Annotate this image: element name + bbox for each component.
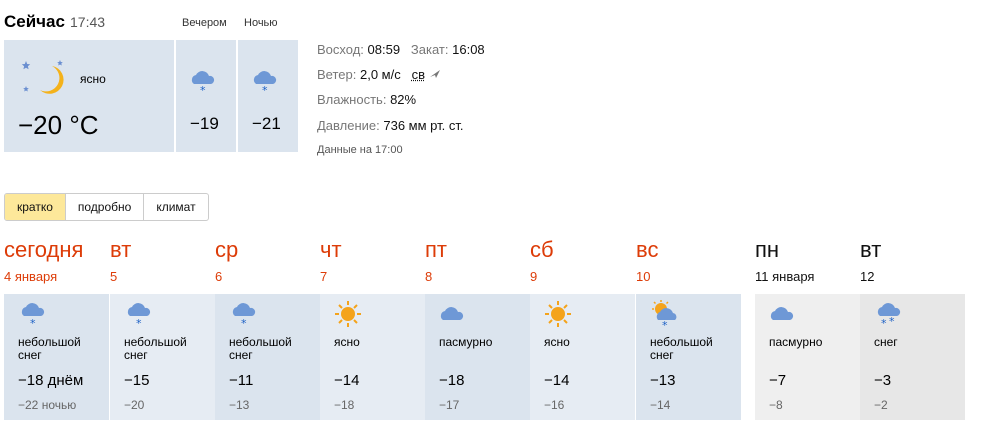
night-temp: −18	[334, 398, 355, 412]
condition-text: небольшой снег	[18, 335, 81, 362]
night-temp: −16	[544, 398, 565, 412]
humidity-row: Влажность: 82%	[317, 92, 417, 107]
forecast-day[interactable]: пасмурно −7 −8	[755, 294, 860, 420]
condition-text: небольшой снег	[650, 335, 713, 362]
evening-label: Вечером	[182, 17, 227, 29]
forecast-day[interactable]: * небольшой снег −18 днём −22 ночью	[4, 294, 109, 420]
day-date: 6	[215, 269, 223, 284]
now-card: ясно −20 °C	[4, 40, 174, 152]
day-date: 4 января	[4, 269, 58, 284]
night-temp: −13	[229, 398, 250, 412]
view-tabs: кратко подробно климат	[4, 193, 209, 221]
evening-temp: −19	[190, 114, 219, 133]
day-name: пт	[425, 237, 447, 262]
evening-card: * −19	[176, 40, 236, 152]
forecast-day[interactable]: * небольшой снег −15 −20	[110, 294, 215, 420]
night-temp: −17	[439, 398, 460, 412]
night-temp: −2	[874, 398, 888, 412]
svg-text:*: *	[262, 84, 268, 94]
night-temp: −21	[252, 114, 281, 133]
sun-icon	[545, 301, 571, 327]
night-temp: −14	[650, 398, 671, 412]
day-date: 5	[110, 269, 118, 284]
svg-text:*: *	[136, 317, 142, 330]
cloud-icon	[440, 307, 464, 320]
now-temp: −20 °C	[18, 110, 99, 140]
day-temp: −14	[544, 372, 570, 389]
day-name: сегодня	[4, 237, 84, 262]
svg-text:*: *	[881, 317, 887, 330]
svg-text:*: *	[662, 319, 668, 332]
day-date: 7	[320, 269, 328, 284]
day-name: вт	[110, 237, 132, 262]
day-temp: −14	[334, 372, 360, 389]
day-temp: −3	[874, 372, 892, 389]
now-condition: ясно	[80, 72, 106, 86]
day-date: 12	[860, 269, 875, 284]
day-name: чт	[320, 237, 342, 262]
tab-brief[interactable]: кратко	[5, 194, 66, 220]
day-temp: −11	[229, 372, 254, 389]
svg-text:*: *	[241, 317, 247, 330]
moon-icon	[21, 60, 64, 94]
sun-times: Восход: 08:59 Закат: 16:08	[317, 42, 485, 57]
condition-text: пасмурно	[439, 335, 493, 349]
condition-text: небольшой снег	[124, 335, 187, 362]
forecast-day[interactable]: ясно −14 −16	[530, 294, 635, 420]
wind-arrow-icon	[429, 70, 440, 78]
tab-climate[interactable]: климат	[144, 194, 207, 220]
cloud-icon	[770, 307, 794, 320]
condition-text: снег	[874, 335, 898, 349]
night-temp: −22 ночью	[18, 398, 77, 412]
day-name: вс	[636, 237, 659, 262]
data-time: Данные на 17:00	[317, 144, 403, 156]
forecast-day[interactable]: * небольшой снег −13 −14	[636, 294, 741, 420]
svg-text:*: *	[889, 315, 895, 328]
sun-cloud-snow-icon: *	[652, 300, 677, 332]
day-temp: −7	[769, 372, 787, 389]
forecast-day[interactable]: * небольшой снег −11 −13	[215, 294, 320, 420]
snow-cloud-icon: *	[21, 303, 45, 330]
day-date: 8	[425, 269, 433, 284]
day-temp: −18	[439, 372, 465, 389]
day-name: пн	[755, 237, 780, 262]
day-name: сб	[530, 237, 554, 262]
day-temp: −18 днём	[18, 372, 84, 389]
condition-text: небольшой снег	[229, 335, 292, 362]
now-time: 17:43	[70, 14, 106, 30]
forecast-day[interactable]: ясно −14 −18	[320, 294, 425, 420]
sun-icon	[335, 301, 361, 327]
condition-text: пасмурно	[769, 335, 823, 349]
snow-heavy-icon: * *	[877, 303, 901, 330]
condition-text: ясно	[544, 335, 570, 349]
day-date: 10	[636, 269, 651, 284]
night-temp: −20	[124, 398, 145, 412]
svg-text:*: *	[30, 317, 36, 330]
day-date: 9	[530, 269, 538, 284]
tab-detailed[interactable]: подробно	[66, 194, 145, 220]
night-label: Ночью	[244, 17, 278, 29]
wind-row: Ветер: 2,0 м/с св	[317, 67, 441, 82]
pressure-row: Давление: 736 мм рт. ст.	[317, 118, 464, 133]
now-title: Сейчас	[4, 12, 65, 31]
forecast-day[interactable]: пасмурно −18 −17	[425, 294, 530, 420]
condition-text: ясно	[334, 335, 360, 349]
snow-cloud-icon: *	[232, 303, 256, 330]
wind-direction-link[interactable]: св	[412, 67, 425, 82]
night-temp: −8	[769, 398, 783, 412]
snow-cloud-icon: *	[253, 71, 277, 94]
snow-cloud-icon: *	[127, 303, 151, 330]
day-name: вт	[860, 237, 882, 262]
svg-text:*: *	[200, 84, 206, 94]
day-temp: −15	[124, 372, 150, 389]
forecast-day[interactable]: * * снег −3 −2	[860, 294, 965, 420]
snow-cloud-icon: *	[191, 71, 215, 94]
day-temp: −13	[650, 372, 676, 389]
night-card: * −21	[238, 40, 298, 152]
day-name: ср	[215, 237, 239, 262]
day-date: 11 января	[755, 269, 815, 284]
